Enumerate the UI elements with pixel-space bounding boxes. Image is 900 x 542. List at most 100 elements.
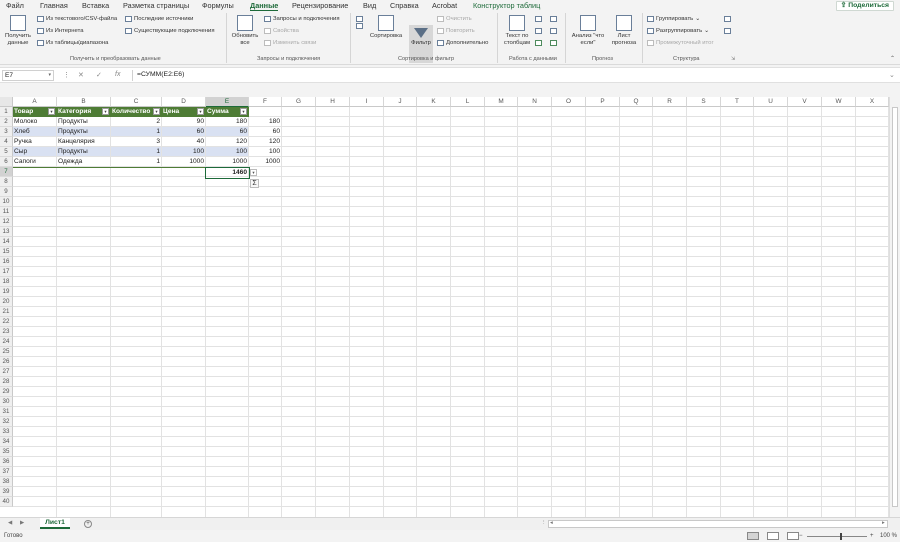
properties-button[interactable]: Свойства [264,28,299,34]
table-cell[interactable]: Ручка [13,137,57,147]
row-header[interactable]: 38 [0,477,13,487]
table-cell[interactable]: 40 [162,137,206,147]
from-table-button[interactable]: Из таблицы/диапазона [37,40,108,46]
zoom-slider[interactable] [807,536,867,537]
cancel-icon[interactable]: ✕ [78,71,84,79]
tabs-more-icon[interactable]: ⋮ [541,520,547,526]
column-header-l[interactable]: L [451,97,485,107]
page-break-view-icon[interactable] [787,532,799,540]
data-types-button[interactable] [550,16,557,22]
subtotal-button[interactable]: Промежуточный итог [647,40,714,46]
table-cell[interactable]: Сапоги [13,157,57,167]
row-header[interactable]: 15 [0,247,13,257]
recent-sources-button[interactable]: Последние источники [125,16,193,22]
horizontal-scrollbar[interactable] [548,520,888,528]
column-header-c[interactable]: C [111,97,162,107]
filter-dropdown-icon[interactable]: ▾ [48,108,55,115]
filter-dropdown-icon[interactable]: ▾ [102,108,109,115]
row-header[interactable]: 40 [0,497,13,507]
edit-links-button[interactable]: Изменить связи [264,40,316,46]
row-header[interactable]: 3 [0,127,13,137]
row-header[interactable]: 33 [0,427,13,437]
table-cell[interactable]: 120 [206,137,249,147]
normal-view-icon[interactable] [747,532,759,540]
tab-file[interactable]: Файл [6,1,24,10]
sort-az-button[interactable] [356,16,363,29]
clear-filter-button[interactable]: Очистить [437,16,472,22]
row-header[interactable]: 20 [0,297,13,307]
column-header-i[interactable]: I [350,97,384,107]
row-header[interactable]: 18 [0,277,13,287]
formula-input[interactable]: =СУММ(E2:E6) [137,71,184,78]
dropdown-arrow-icon[interactable]: ▾ [250,169,257,176]
consolidate-button[interactable] [550,28,557,34]
table-cell[interactable]: 180 [206,117,249,127]
row-header[interactable]: 5 [0,147,13,157]
cell-f[interactable]: 60 [249,127,282,137]
table-cell[interactable]: 1 [111,157,162,167]
reapply-button[interactable]: Повторить [437,28,475,34]
row-header[interactable]: 32 [0,417,13,427]
scroll-left-icon[interactable]: ◂ [550,520,553,526]
row-header[interactable]: 27 [0,367,13,377]
row-header[interactable]: 37 [0,467,13,477]
tab-home[interactable]: Главная [40,1,68,10]
table-cell[interactable]: 60 [206,127,249,137]
column-header-a[interactable]: A [13,97,57,107]
relationships-button[interactable] [550,40,557,46]
table-cell[interactable]: Продукты [57,147,111,157]
column-header-s[interactable]: S [687,97,721,107]
row-header[interactable]: 2 [0,117,13,127]
row-header[interactable]: 19 [0,287,13,297]
vertical-scrollbar[interactable] [889,97,900,517]
dialog-launcher-icon[interactable]: ⇲ [731,56,735,62]
refresh-all-button[interactable]: Обновить все [230,15,260,46]
ungroup-button[interactable]: Разгруппировать ⌄ [647,28,709,34]
row-header[interactable]: 31 [0,407,13,417]
cell-f[interactable]: 180 [249,117,282,127]
row-header[interactable]: 12 [0,217,13,227]
column-header-k[interactable]: K [417,97,451,107]
table-cell[interactable]: 100 [206,147,249,157]
table-cell[interactable]: Молоко [13,117,57,127]
column-header-v[interactable]: V [788,97,822,107]
row-header[interactable]: 1 [0,107,13,117]
table-cell[interactable]: 1000 [206,157,249,167]
filter-dropdown-icon[interactable]: ▾ [240,108,247,115]
sort-button[interactable]: Сортировка [369,15,403,40]
row-header[interactable]: 26 [0,357,13,367]
tab-formulas[interactable]: Формулы [202,1,234,10]
forecast-sheet-button[interactable]: Лист прогноза [610,15,638,46]
row-header[interactable]: 13 [0,227,13,237]
table-cell[interactable]: 60 [162,127,206,137]
table-cell[interactable]: Канцелярия [57,137,111,147]
row-header[interactable]: 21 [0,307,13,317]
column-header-f[interactable]: F [249,97,282,107]
from-web-button[interactable]: Из Интернета [37,28,83,34]
tab-acrobat[interactable]: Acrobat [432,1,457,10]
table-cell[interactable]: Продукты [57,127,111,137]
row-header[interactable]: 14 [0,237,13,247]
table-cell[interactable]: Хлеб [13,127,57,137]
column-header-r[interactable]: R [653,97,687,107]
row-header[interactable]: 23 [0,327,13,337]
cell-f[interactable]: 120 [249,137,282,147]
zoom-knob[interactable] [840,533,842,540]
tab-review[interactable]: Рецензирование [292,1,348,10]
text-to-columns-button[interactable]: Текст по столбцам [502,15,532,46]
table-cell[interactable]: 2 [111,117,162,127]
table-cell[interactable]: Продукты [57,117,111,127]
tab-table-design[interactable]: Конструктор таблиц [473,1,540,10]
row-header[interactable]: 29 [0,387,13,397]
share-button[interactable]: ⇪ Поделиться [835,1,894,11]
table-cell[interactable]: 1000 [162,157,206,167]
zoom-out-icon[interactable]: − [799,533,803,539]
tab-data[interactable]: Данные [250,1,279,11]
column-header-g[interactable]: G [282,97,316,107]
column-header-u[interactable]: U [754,97,788,107]
tab-insert[interactable]: Вставка [82,1,109,10]
insert-function-icon[interactable]: fx [115,71,120,78]
row-header[interactable]: 7 [0,167,13,177]
table-cell[interactable]: 1 [111,127,162,137]
tab-help[interactable]: Справка [390,1,419,10]
